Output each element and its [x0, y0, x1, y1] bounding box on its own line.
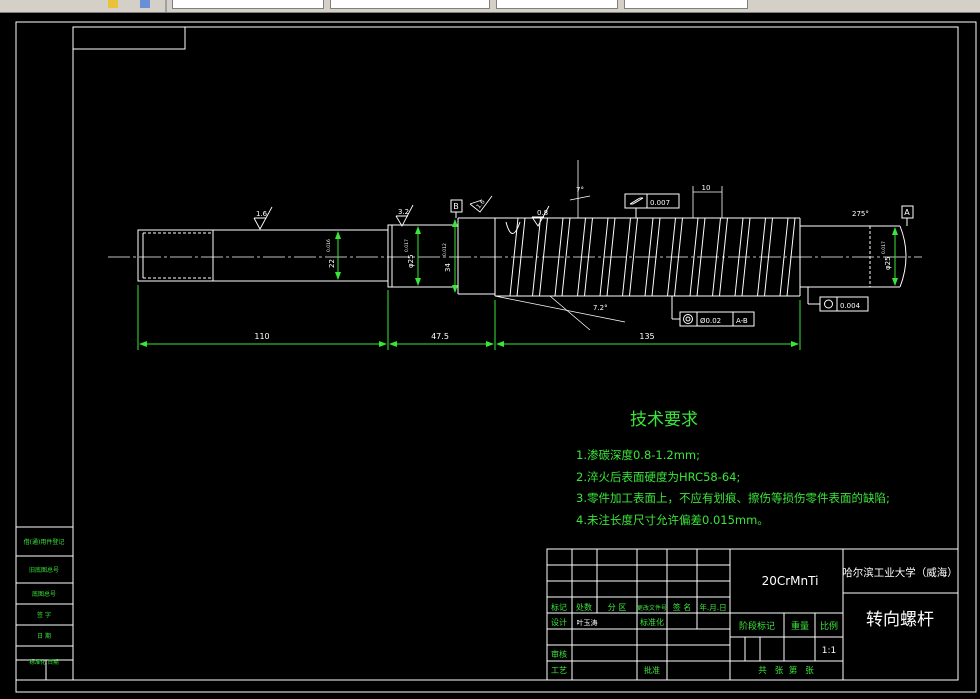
drawing-border [15, 21, 977, 693]
part-name: 转向螺杆 [866, 610, 934, 630]
header-mark: 标记 [551, 602, 567, 612]
thread-line [532, 217, 541, 297]
roughness-2: 3.2 [398, 208, 409, 216]
roughness-4: 0.8 [537, 209, 548, 217]
cube-icon[interactable] [140, 0, 150, 8]
standard-label: 标准化 [640, 617, 664, 627]
note-4: 4.未注长度尺寸允许偏差0.015mm。 [576, 513, 769, 527]
note-1: 1.渗碳深度0.8-1.2mm; [576, 448, 700, 462]
dim-47-5: 47.5 [431, 332, 449, 341]
header-count: 处数 [576, 602, 592, 612]
note-3: 3.零件加工表面上，不应有划痕、擦伤等损伤零件表面的缺陷; [576, 491, 890, 505]
review-label: 审核 [551, 649, 567, 659]
svg-text:A: A [904, 208, 910, 217]
drawing-canvas[interactable]: 110 47.5 135 10 22 0.016 φ25 0.017 34 0.… [0, 12, 980, 699]
side-label-1: 借(通)用件登记 [24, 538, 65, 546]
tol-34-label: 0.012 [442, 243, 448, 256]
note-2: 2.淬火后表面硬度为HRC58-64; [576, 470, 740, 484]
ratio-label: 比例 [820, 620, 838, 632]
process-label: 工艺 [551, 666, 567, 675]
diam-25-left-label: φ25 [407, 254, 415, 268]
diam-34-label: 34 [444, 263, 452, 272]
header-date: 年.月.日 [699, 602, 726, 612]
runout-value: Ø0.02 [700, 317, 721, 325]
color-dropdown[interactable] [330, 0, 490, 9]
side-label-3: 底图总号 [32, 590, 56, 598]
weight-label: 重量 [791, 620, 809, 632]
diam-22-label: 22 [328, 259, 336, 268]
svg-text:B: B [453, 202, 459, 211]
header-zone: 分 区 [608, 603, 627, 612]
header-sign: 签 名 [673, 602, 692, 612]
tol-22-label: 0.016 [326, 239, 332, 252]
runout-datum: A-B [736, 317, 748, 325]
lineweight-dropdown[interactable] [624, 0, 748, 9]
roughness-1: 1.6 [256, 210, 268, 218]
folder-icon[interactable] [108, 0, 118, 8]
dim-110: 110 [254, 332, 269, 341]
design-label: 设计 [551, 617, 567, 627]
linetype-dropdown[interactable] [496, 0, 618, 9]
side-block [15, 526, 74, 681]
tol-25-right-label: 0.017 [881, 241, 887, 254]
roughness-3: 1.6 [475, 198, 487, 210]
toolbar-separator [165, 0, 167, 12]
approve-label: 批准 [644, 665, 660, 675]
dim-pitch-10: 10 [702, 184, 711, 192]
dim-135: 135 [639, 332, 654, 341]
side-label-4: 签 字 [37, 611, 51, 619]
school-name: 哈尔滨工业大学（威海） [842, 566, 958, 579]
side-label-5: 日 期 [37, 632, 51, 640]
layer-dropdown[interactable] [172, 0, 324, 9]
material-label: 20CrMnTi [762, 574, 819, 588]
tol-25-left-label: 0.017 [404, 239, 410, 252]
notes-title: 技术要求 [630, 410, 698, 430]
side-label-2: 旧底图总号 [29, 566, 59, 574]
designer-name: 叶玉涛 [577, 618, 598, 627]
scale-value: 1:1 [822, 646, 836, 656]
angle-7: 7° [576, 186, 584, 194]
flatness-value: 0.007 [650, 199, 670, 207]
diam-25-right-label: φ25 [884, 256, 892, 270]
thread-line [719, 217, 728, 297]
angle-275: 275° [852, 210, 869, 218]
lead-angle-lines [494, 295, 626, 331]
circularity-value: 0.004 [840, 302, 861, 310]
datum-b: B [450, 199, 463, 218]
lead-angle: 7.2° [593, 304, 608, 312]
side-label-6: 标准化 日期 [29, 658, 59, 666]
sheets-label: 共 张 第 张 [758, 665, 814, 676]
datum-a: A [901, 205, 914, 226]
header-change: 更改文件号 [637, 604, 667, 612]
stage-label: 阶段标记 [739, 620, 775, 632]
